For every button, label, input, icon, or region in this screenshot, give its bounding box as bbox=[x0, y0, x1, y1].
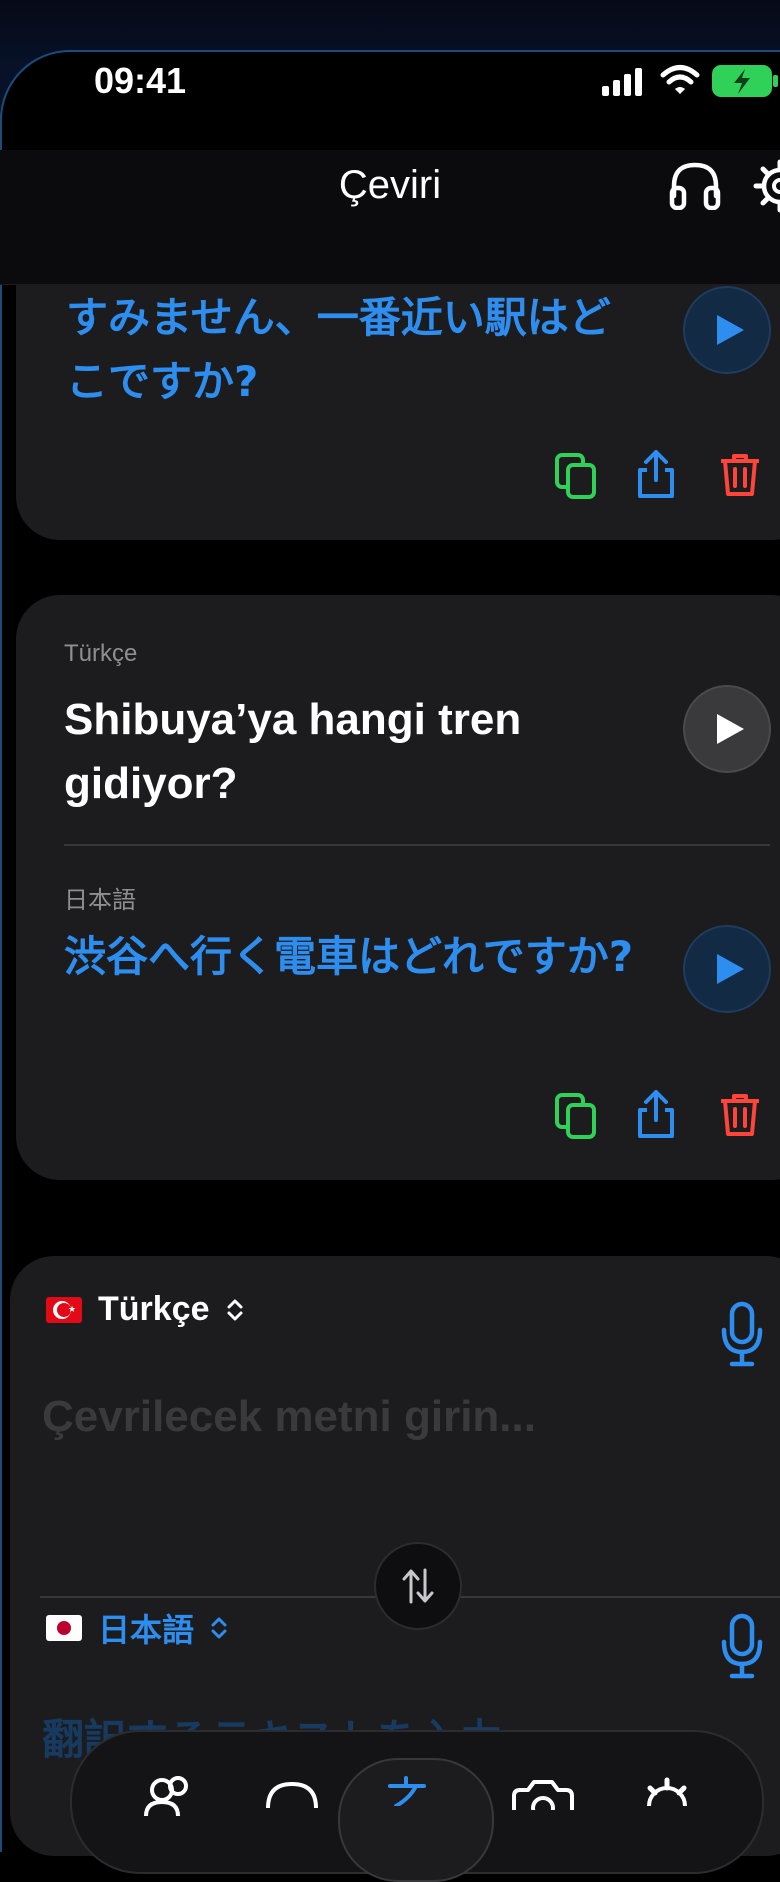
japan-flag-icon bbox=[46, 1615, 82, 1641]
source-text-input[interactable]: Çevrilecek metni girin... bbox=[42, 1392, 536, 1442]
card1-trash-icon[interactable] bbox=[718, 452, 762, 498]
card2-copy-icon[interactable] bbox=[554, 1092, 598, 1140]
play-icon bbox=[717, 315, 744, 345]
swap-languages-button[interactable] bbox=[374, 1542, 462, 1630]
target-microphone-icon[interactable] bbox=[718, 1612, 766, 1682]
tab-chat-icon[interactable] bbox=[264, 1780, 320, 1810]
signal-icon bbox=[602, 68, 642, 96]
swap-icon bbox=[402, 1568, 434, 1604]
card2-play-source-button[interactable] bbox=[683, 685, 771, 773]
tab-settings-icon[interactable] bbox=[640, 1776, 694, 1806]
gear-icon[interactable] bbox=[752, 158, 780, 214]
card1-translated-text: すみません、一番近い駅はどこですか? bbox=[66, 293, 611, 406]
headphones-icon[interactable] bbox=[668, 160, 722, 210]
tab-translate-icon[interactable] bbox=[384, 1776, 432, 1806]
source-microphone-icon[interactable] bbox=[718, 1300, 766, 1370]
source-language-selector[interactable]: ★ Türkçe bbox=[46, 1290, 244, 1329]
status-time: 09:41 bbox=[94, 60, 187, 101]
card2-divider bbox=[64, 844, 770, 846]
wifi-icon bbox=[660, 65, 700, 94]
card1-share-icon[interactable] bbox=[634, 448, 678, 500]
play-icon bbox=[717, 954, 744, 984]
page-title: Çeviri bbox=[338, 163, 442, 207]
tab-camera-icon[interactable] bbox=[510, 1780, 576, 1810]
turkey-flag-icon: ★ bbox=[46, 1296, 82, 1323]
target-language-selector[interactable]: 日本語 bbox=[46, 1605, 228, 1651]
card2-source-text: Shibuya’ya hangi tren gidiyor? bbox=[64, 695, 522, 808]
card1-play-translation-button[interactable] bbox=[683, 286, 771, 374]
card2-trash-icon[interactable] bbox=[718, 1092, 762, 1138]
target-language-name: 日本語 bbox=[98, 1611, 195, 1649]
source-language-name: Türkçe bbox=[98, 1290, 210, 1328]
battery-charging-icon bbox=[712, 65, 778, 97]
card2-translated-text: 渋谷へ行く電車はどれですか? bbox=[64, 932, 634, 981]
card2-play-translation-button[interactable] bbox=[683, 925, 771, 1013]
card2-target-language: 日本語 bbox=[64, 887, 136, 914]
card2-share-icon[interactable] bbox=[634, 1088, 678, 1140]
card2-source-language: Türkçe bbox=[64, 640, 138, 667]
tab-people-icon[interactable] bbox=[142, 1776, 196, 1816]
chevron-up-down-icon bbox=[211, 1617, 227, 1639]
card1-copy-icon[interactable] bbox=[554, 452, 598, 500]
play-icon bbox=[717, 714, 744, 744]
chevron-up-down-icon bbox=[227, 1299, 242, 1320]
